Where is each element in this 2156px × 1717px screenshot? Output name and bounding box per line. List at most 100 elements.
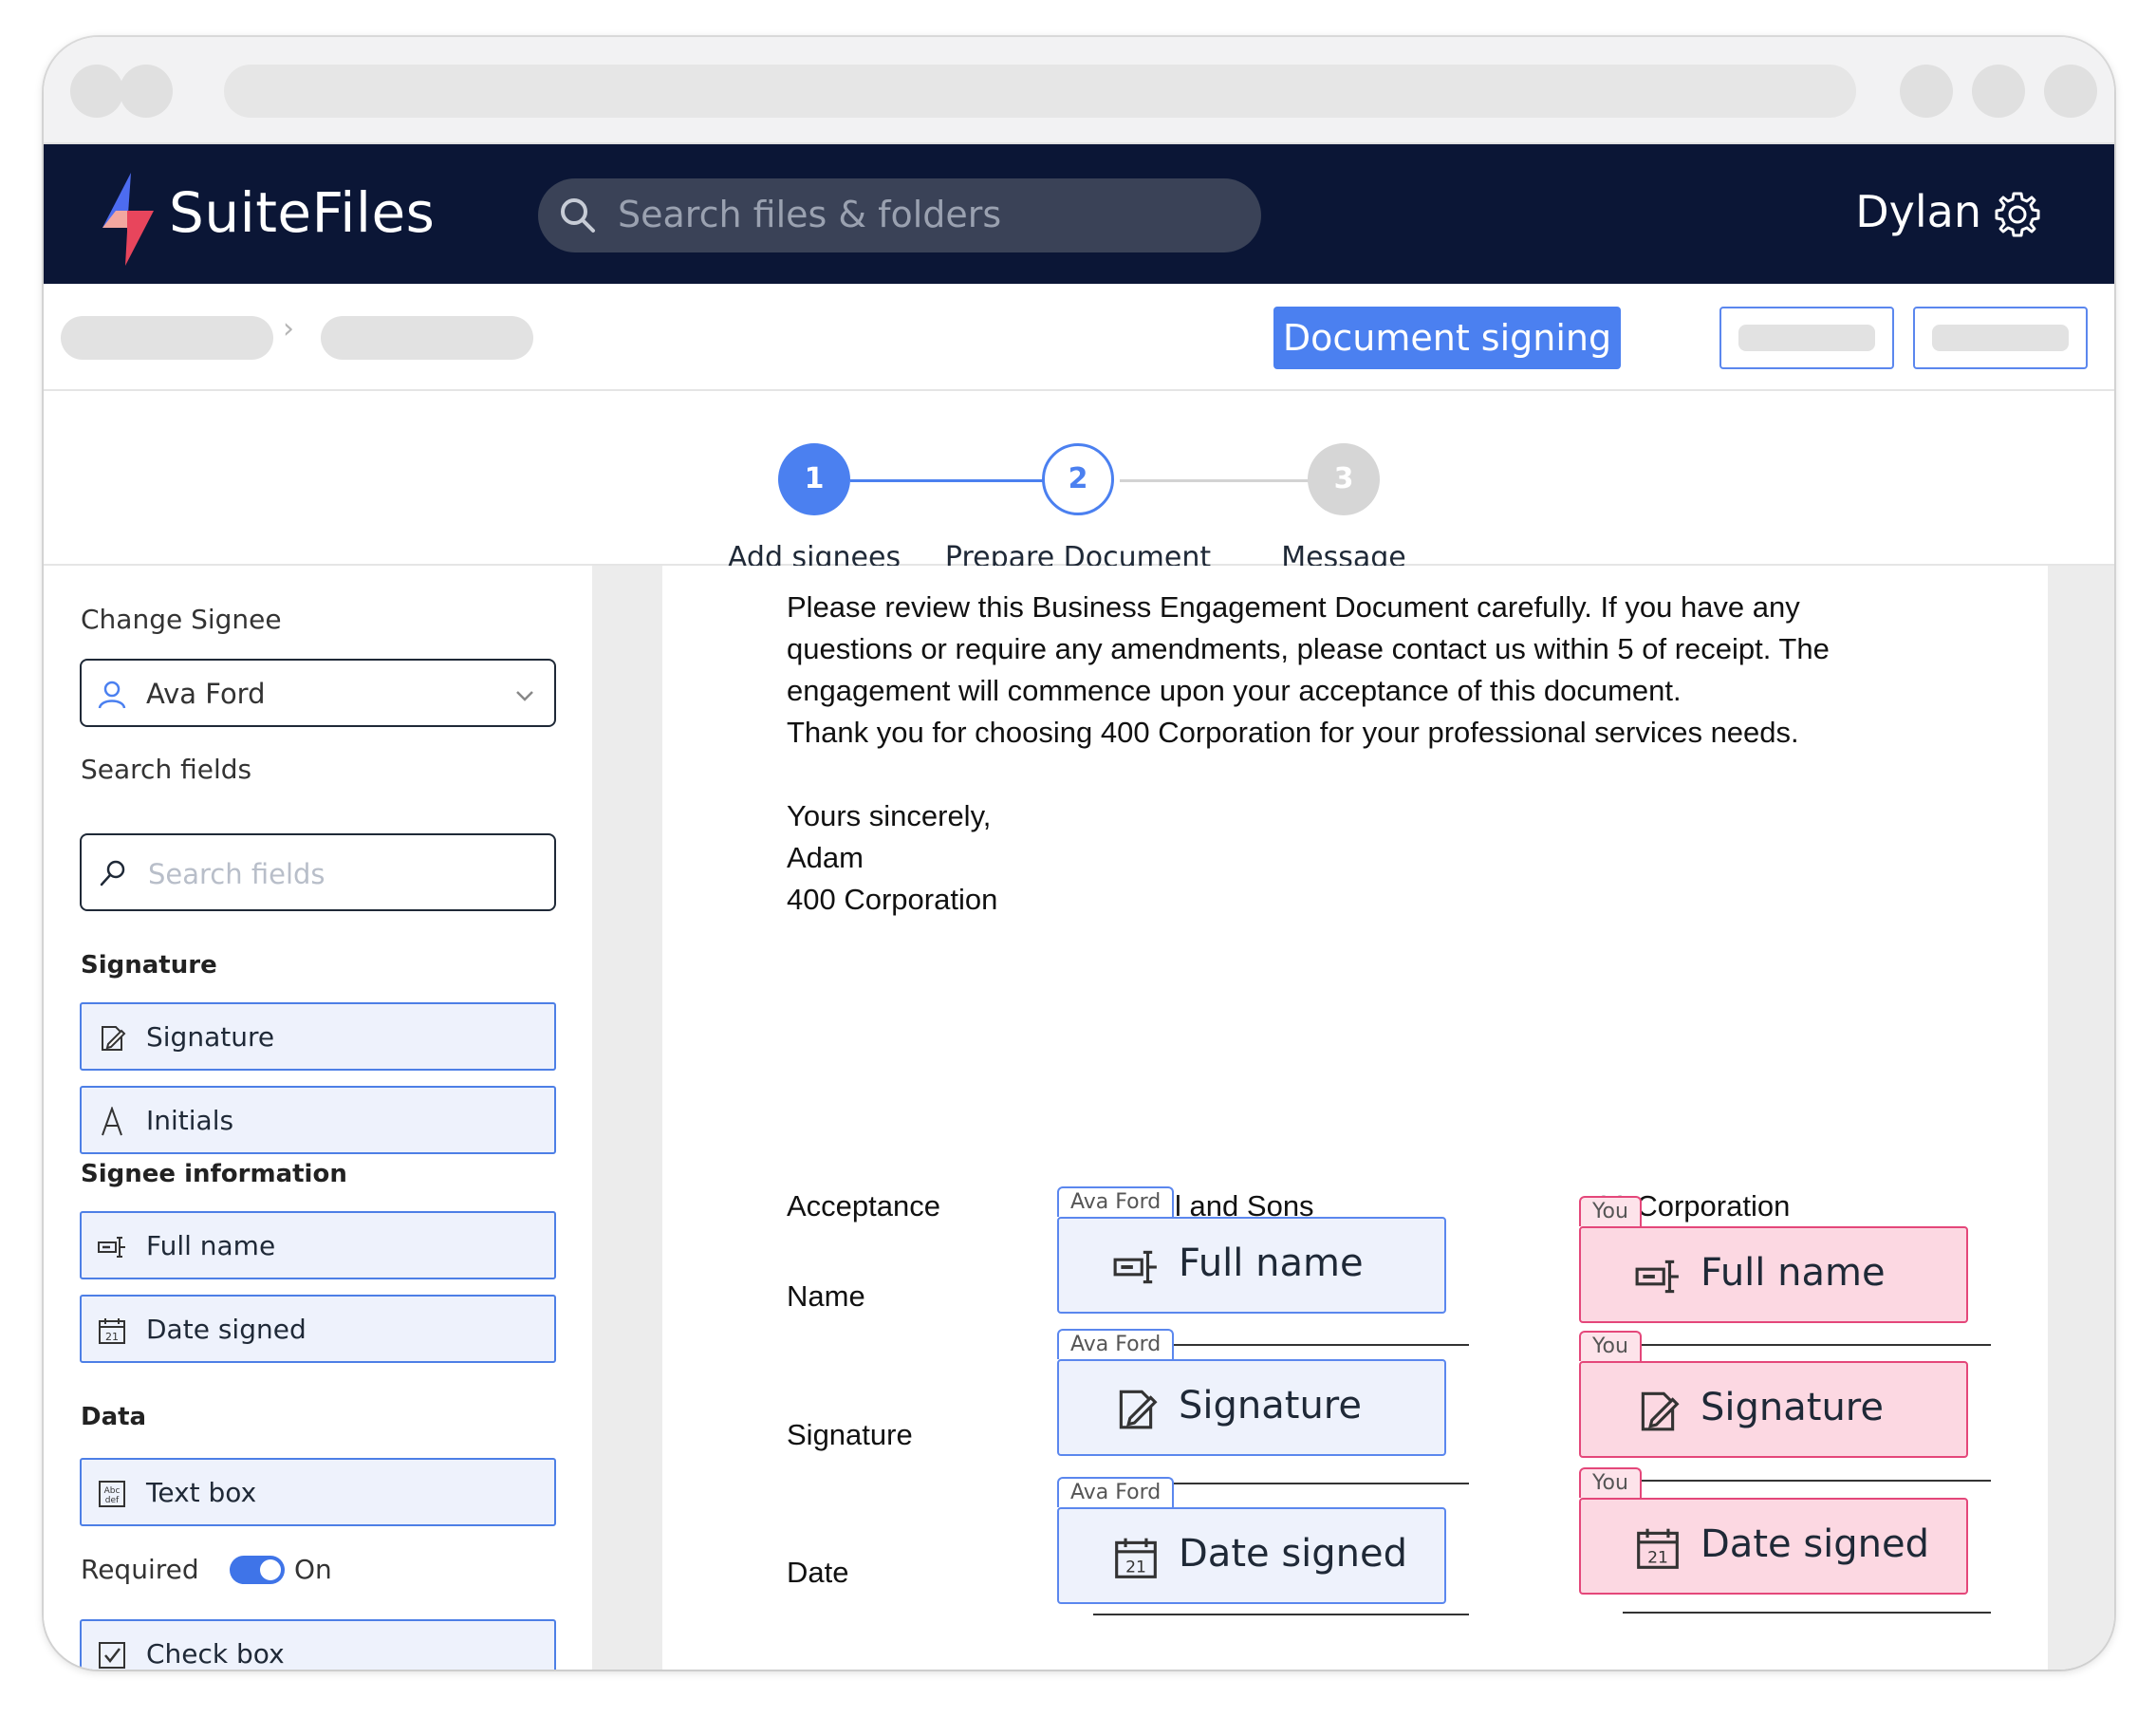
section-heading-data: Data [81,1403,147,1431]
signee-tag: Ava Ford [1057,1186,1175,1217]
field-initials-button[interactable]: Initials [80,1086,556,1154]
document-viewer[interactable]: Please review this Business Engagement D… [592,566,2114,1670]
signee-tag: You [1579,1467,1642,1498]
suitefiles-logo-icon [102,173,154,266]
user-icon [98,681,126,709]
search-fields-placeholder: Search fields [148,858,325,890]
field-date-signed-label: Date signed [146,1314,307,1345]
signee-tag: Ava Ford [1057,1477,1175,1507]
step-1-circle[interactable]: 1 [778,443,850,515]
field-full-name-label: Full name [146,1230,276,1261]
signature-icon [102,1026,126,1051]
svg-text:21: 21 [1125,1558,1146,1577]
user-name[interactable]: Dylan [1855,186,1981,237]
checkbox-icon [99,1642,125,1669]
svg-text:Abc: Abc [104,1486,121,1496]
svg-text:21: 21 [105,1331,119,1343]
step-2-circle[interactable]: 2 [1042,443,1114,515]
browser-chrome [44,37,2114,144]
brand-name[interactable]: SuiteFiles [169,180,435,245]
search-placeholder: Search files & folders [618,194,1002,235]
signature-icon [1641,1391,1680,1431]
document-paragraph: Please review this Business Engagement D… [787,590,1830,707]
global-search[interactable]: Search files & folders [538,178,1261,252]
toolbar-button[interactable] [1719,307,1894,369]
search-icon [100,860,125,886]
document-sender-company: 400 Corporation [787,883,998,916]
placed-field-label: Signature [1701,1386,1884,1429]
calendar-icon: 21 [1115,1538,1157,1578]
field-text-box-button[interactable]: Abc def Text box [80,1458,556,1526]
fields-sidebar: Change Signee Ava Ford Search fields Sea… [44,566,592,1670]
placed-field-label: Signature [1179,1384,1362,1428]
document-sender-name: Adam [787,841,864,874]
placed-field-date-signed[interactable]: 21 Date signed [1057,1507,1446,1604]
window-control-dot[interactable] [70,65,123,118]
gear-icon[interactable] [1993,190,2042,239]
search-fields-input[interactable]: Search fields [80,833,556,911]
document-page: Please review this Business Engagement D… [662,566,2048,1670]
breadcrumb-item[interactable] [61,316,273,360]
acceptance-label: Acceptance [787,1189,940,1222]
field-date-signed-button[interactable]: 21 Date signed [80,1295,556,1363]
field-signature-label: Signature [146,1021,275,1053]
required-toggle-state: On [294,1554,332,1585]
placed-field-signature[interactable]: Signature [1057,1359,1446,1456]
calendar-icon: 21 [1637,1528,1679,1569]
required-label: Required [81,1554,199,1585]
full-name-icon [1635,1260,1679,1294]
step-3-circle[interactable]: 3 [1308,443,1380,515]
svg-text:def: def [105,1496,120,1505]
breadcrumb-separator-icon: › [283,312,294,345]
placed-field-full-name[interactable]: Full name [1057,1217,1446,1314]
field-check-box-label: Check box [146,1638,285,1670]
browser-action-dot[interactable] [1972,65,2025,118]
browser-action-dot[interactable] [2044,65,2097,118]
chevron-down-icon [516,691,533,701]
signature-icon [1119,1390,1158,1429]
toolbar-button[interactable] [1913,307,2088,369]
change-signee-label: Change Signee [81,604,282,635]
placed-field-label: Full name [1701,1251,1886,1295]
placed-field-label: Full name [1179,1241,1364,1285]
placed-field-signature[interactable]: Signature [1579,1361,1968,1458]
full-name-icon [1113,1250,1157,1284]
signature-label: Signature [787,1418,913,1451]
placed-field-label: Date signed [1179,1532,1408,1576]
signee-tag: You [1579,1331,1642,1361]
field-text-box-label: Text box [146,1477,257,1508]
signature-line [1623,1480,1991,1482]
signee-select[interactable]: Ava Ford [80,659,556,727]
field-check-box-button[interactable]: Check box [80,1619,556,1670]
signee-tag: You [1579,1196,1642,1226]
signing-stepper: 1 2 3 Add signees Prepare Document Messa… [44,391,2114,574]
document-closing: Yours sincerely, [787,799,992,832]
field-full-name-button[interactable]: Full name [80,1211,556,1279]
placed-field-label: Date signed [1701,1522,1930,1566]
calendar-icon: 21 [99,1318,125,1344]
address-bar[interactable] [224,65,1856,118]
full-name-icon [98,1237,125,1258]
placed-field-full-name[interactable]: Full name [1579,1226,1968,1323]
section-heading-signature: Signature [81,951,217,980]
name-label: Name [787,1279,865,1313]
section-heading-signee-information: Signee information [81,1160,347,1188]
signee-tag: Ava Ford [1057,1329,1175,1359]
placed-field-date-signed[interactable]: 21 Date signed [1579,1498,1968,1595]
browser-action-dot[interactable] [1900,65,1953,118]
browser-window: SuiteFiles Search files & folders Dylan … [44,37,2114,1670]
required-toggle[interactable] [230,1556,285,1584]
date-label: Date [787,1556,849,1589]
breadcrumb-item[interactable] [321,316,533,360]
window-control-dot[interactable] [120,65,173,118]
field-initials-label: Initials [146,1105,234,1136]
signature-line [1623,1344,1991,1346]
document-signing-button[interactable]: Document signing [1273,307,1621,369]
selected-signee: Ava Ford [146,678,266,710]
search-fields-label: Search fields [81,754,252,785]
svg-text:21: 21 [1647,1549,1668,1568]
text-box-icon: Abc def [99,1481,125,1507]
document-paragraph: Thank you for choosing 400 Corporation f… [787,716,1799,749]
signature-line [1623,1612,1991,1614]
field-signature-button[interactable]: Signature [80,1002,556,1071]
